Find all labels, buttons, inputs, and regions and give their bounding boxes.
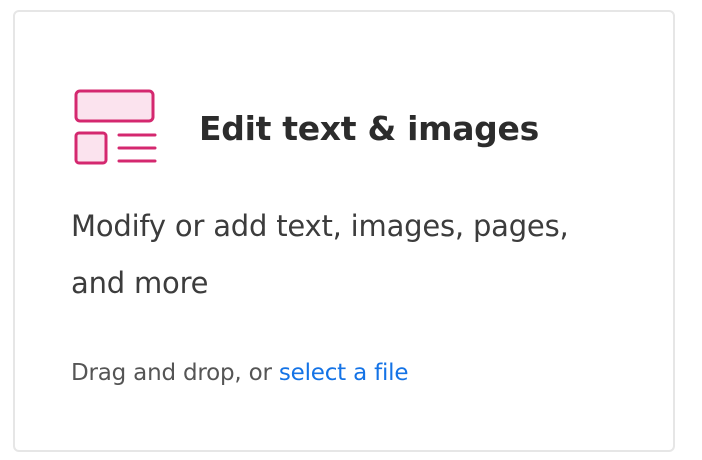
- select-file-link[interactable]: select a file: [279, 360, 409, 386]
- dropzone-prefix: Drag and drop, or: [71, 360, 279, 386]
- edit-text-images-icon: [74, 89, 157, 165]
- card-description: Modify or add text, images, pages, and m…: [71, 209, 569, 300]
- card-title: Edit text & images: [199, 108, 539, 148]
- dropzone-hint: Drag and drop, or select a file: [71, 360, 409, 386]
- card-header: Edit text & images: [73, 88, 539, 168]
- edit-text-images-card[interactable]: Edit text & images Modify or add text, i…: [13, 10, 675, 452]
